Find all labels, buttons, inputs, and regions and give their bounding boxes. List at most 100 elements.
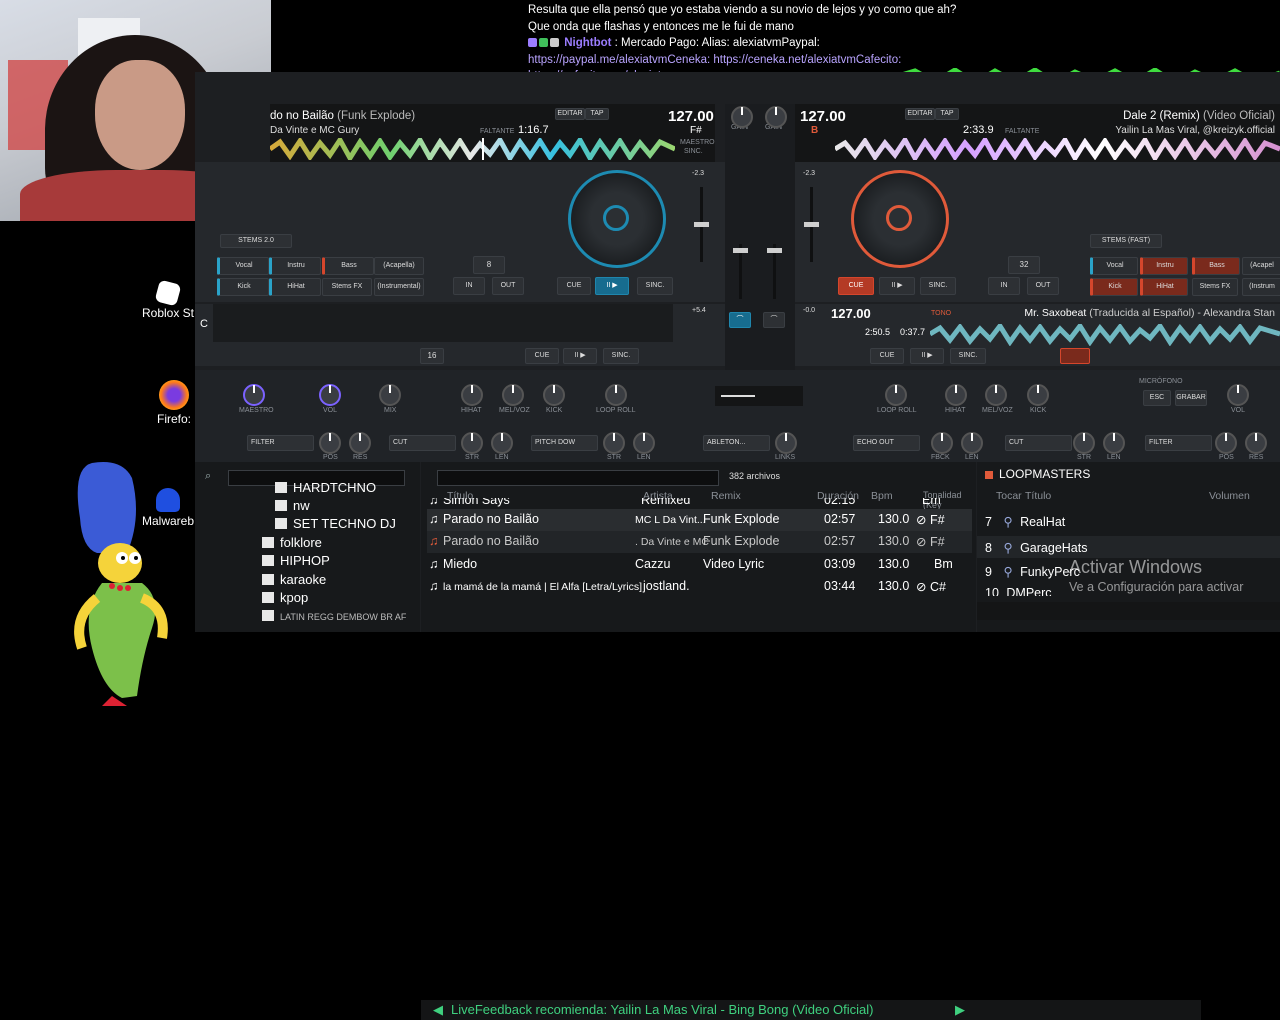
fx-cut-select[interactable]: CUT bbox=[389, 435, 456, 451]
str-knob[interactable] bbox=[603, 432, 625, 454]
edit-button[interactable]: EDITAR bbox=[905, 108, 935, 120]
play-pause-button[interactable]: II ▶ bbox=[910, 348, 944, 364]
loop-out-button[interactable]: OUT bbox=[1027, 277, 1059, 295]
master-knob[interactable] bbox=[243, 384, 265, 406]
sample-item[interactable]: 7 ⚲ RealHat bbox=[985, 514, 1065, 529]
sync-button[interactable]: SINC. bbox=[637, 277, 673, 295]
stem-instrumental-button[interactable]: (Instrumental) bbox=[374, 278, 424, 296]
sample-item[interactable]: 10 DMPerc bbox=[985, 586, 1052, 596]
len-knob[interactable] bbox=[1103, 432, 1125, 454]
loop-size[interactable] bbox=[1060, 348, 1090, 364]
volume-fader-left[interactable] bbox=[733, 244, 748, 299]
res-knob[interactable] bbox=[349, 432, 371, 454]
play-pause-button[interactable]: II ▶ bbox=[879, 277, 915, 295]
stem-vocal-button[interactable]: Vocal bbox=[217, 257, 269, 275]
gain-knob[interactable] bbox=[731, 106, 753, 128]
stem-hihat-button[interactable]: HiHat bbox=[269, 278, 321, 296]
melvoz-knob[interactable] bbox=[502, 384, 524, 406]
play-pause-button[interactable]: II ▶ bbox=[595, 277, 629, 295]
record-button[interactable]: GRABAR bbox=[1175, 390, 1207, 406]
links-knob[interactable] bbox=[775, 432, 797, 454]
loop-roll-knob[interactable] bbox=[885, 384, 907, 406]
kick-knob[interactable] bbox=[1027, 384, 1049, 406]
stem-acapella-button[interactable]: (Acapel bbox=[1242, 257, 1280, 275]
stem-kick-button[interactable]: Kick bbox=[1090, 278, 1138, 296]
live-feedback-bar[interactable]: ◀ LiveFeedback recomienda: Yailin La Mas… bbox=[421, 1000, 1201, 1020]
loop-in-button[interactable]: IN bbox=[988, 277, 1020, 295]
fx-pitch-down-select[interactable]: PITCH DOW bbox=[531, 435, 598, 451]
str-knob[interactable] bbox=[461, 432, 483, 454]
cue-button[interactable]: CUE bbox=[525, 348, 559, 364]
mic-volume-knob[interactable] bbox=[1227, 384, 1249, 406]
pos-knob[interactable] bbox=[1215, 432, 1237, 454]
list-search-input[interactable] bbox=[437, 470, 719, 486]
volume-knob[interactable] bbox=[319, 384, 341, 406]
cue-button[interactable]: CUE bbox=[838, 277, 874, 295]
stems-fx-button[interactable]: Stems FX bbox=[322, 278, 372, 296]
table-row[interactable]: ♫ Parado no Bailão MC L Da Vint... Funk … bbox=[427, 509, 972, 531]
hihat-knob[interactable] bbox=[945, 384, 967, 406]
res-knob[interactable] bbox=[1245, 432, 1267, 454]
folder-item[interactable]: folklore bbox=[262, 535, 322, 550]
desktop-icon-firefox[interactable]: Firefo: bbox=[150, 380, 198, 426]
loop-roll-knob[interactable] bbox=[605, 384, 627, 406]
folder-item[interactable]: HARDTCHNO bbox=[275, 480, 376, 495]
fbck-knob[interactable] bbox=[931, 432, 953, 454]
mix-knob[interactable] bbox=[379, 384, 401, 406]
loop-size[interactable]: 16 bbox=[420, 348, 444, 364]
pos-knob[interactable] bbox=[319, 432, 341, 454]
cue-button[interactable]: CUE bbox=[557, 277, 591, 295]
str-knob[interactable] bbox=[1073, 432, 1095, 454]
play-pause-button[interactable]: II ▶ bbox=[563, 348, 597, 364]
pitch-fader[interactable] bbox=[694, 187, 709, 262]
stem-bass-button[interactable]: Bass bbox=[322, 257, 374, 275]
table-row[interactable]: ♫ Parado no Bailão . Da Vinte e MC Funk … bbox=[427, 531, 972, 553]
hihat-knob[interactable] bbox=[461, 384, 483, 406]
mic-button[interactable]: ESC bbox=[1143, 390, 1171, 406]
kick-knob[interactable] bbox=[543, 384, 565, 406]
stem-instru-button[interactable]: Instru bbox=[269, 257, 321, 275]
fx-echo-out-select[interactable]: ECHO OUT bbox=[853, 435, 920, 451]
sample-item[interactable]: 8 ⚲ GarageHats bbox=[977, 536, 1280, 558]
headphone-cue-icon[interactable]: ⌒ bbox=[763, 312, 785, 328]
crossfader[interactable] bbox=[715, 386, 803, 406]
stem-bass-button[interactable]: Bass bbox=[1192, 257, 1240, 275]
len-knob[interactable] bbox=[491, 432, 513, 454]
stems-select[interactable]: STEMS 2.0 bbox=[220, 234, 292, 248]
fx-filter-select[interactable]: FILTER bbox=[1145, 435, 1212, 451]
melvoz-knob[interactable] bbox=[985, 384, 1007, 406]
len-knob[interactable] bbox=[633, 432, 655, 454]
folder-item[interactable]: nw bbox=[275, 498, 310, 513]
folder-item[interactable]: kpop bbox=[262, 590, 308, 605]
chat-link[interactable]: https://paypal.me/alexiatvmCeneka: https… bbox=[528, 52, 1268, 69]
desktop-icon-roblox[interactable]: Roblox St bbox=[138, 279, 198, 320]
headphone-cue-icon[interactable]: ⌒ bbox=[729, 312, 751, 328]
sync-button[interactable]: SINC. bbox=[603, 348, 639, 364]
stem-instrumental-button[interactable]: (Instrum bbox=[1242, 278, 1280, 296]
pitch-fader[interactable] bbox=[804, 187, 819, 262]
deck-left-jogwheel[interactable] bbox=[568, 170, 666, 268]
tap-button[interactable]: TAP bbox=[935, 108, 959, 120]
loop-size[interactable]: 32 bbox=[1008, 256, 1040, 274]
volume-fader-right[interactable] bbox=[767, 244, 782, 299]
ableton-link-select[interactable]: ABLETON... bbox=[703, 435, 770, 451]
gain-knob[interactable] bbox=[765, 106, 787, 128]
table-row[interactable]: ♫ Miedo Cazzu Video Lyric 03:09 130.0 Bm bbox=[427, 554, 972, 576]
folder-item[interactable]: karaoke bbox=[262, 572, 326, 587]
edit-button[interactable]: EDITAR bbox=[555, 108, 585, 120]
sync-button[interactable]: SINC. bbox=[920, 277, 956, 295]
folder-item[interactable]: LATIN REGG DEMBOW BR AF bbox=[262, 610, 406, 622]
loop-size[interactable]: 8 bbox=[473, 256, 505, 274]
stem-instru-button[interactable]: Instru bbox=[1140, 257, 1188, 275]
fx-filter-select[interactable]: FILTER bbox=[247, 435, 314, 451]
table-row[interactable]: ♫ la mamá de la mamá | El Alfa [Letra/Ly… bbox=[427, 576, 972, 598]
len-knob[interactable] bbox=[961, 432, 983, 454]
stem-hihat-button[interactable]: HiHat bbox=[1140, 278, 1188, 296]
deck-right-jogwheel[interactable] bbox=[851, 170, 949, 268]
sample-item[interactable]: 9 ⚲ FunkyPerc bbox=[985, 564, 1080, 579]
tap-button[interactable]: TAP bbox=[585, 108, 609, 120]
stems-select[interactable]: STEMS (FAST) bbox=[1090, 234, 1162, 248]
folder-item[interactable]: SET TECHNO DJ bbox=[275, 516, 396, 531]
cue-button[interactable]: CUE bbox=[870, 348, 904, 364]
stem-vocal-button[interactable]: Vocal bbox=[1090, 257, 1138, 275]
